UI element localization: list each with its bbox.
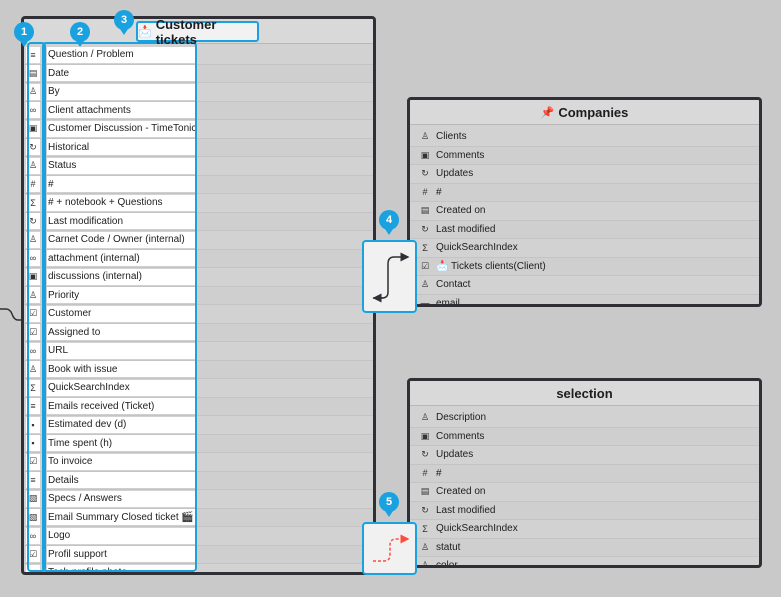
field-label: 📩 Tickets clients(Client) <box>436 260 546 272</box>
field-label: Description <box>436 412 487 424</box>
field-type-icon: ☑ <box>420 260 430 271</box>
field-type-icon: ▣ <box>420 430 430 441</box>
pushpin-emoji-icon: 📌 <box>540 106 555 119</box>
field-label: Last modified <box>436 504 496 516</box>
field-type-icon: ↻ <box>421 223 429 234</box>
field-label: Created on <box>436 486 486 498</box>
field-label: statut <box>436 541 461 553</box>
field-label: Updates <box>436 449 474 461</box>
field-type-icon: ♙ <box>420 412 430 423</box>
selection-link-panel <box>362 522 417 575</box>
field-type-icon: # <box>422 468 428 479</box>
field-type-icon: Σ <box>422 242 428 253</box>
field-type-icon: ♙ <box>420 541 430 552</box>
field-type-icon: ↻ <box>421 168 429 179</box>
field-label: QuickSearchIndex <box>436 242 518 254</box>
field-type-icon: ♙ <box>420 560 430 568</box>
field-row-clients[interactable]: ♙ Clients <box>410 128 759 147</box>
callout-badge-3: 3 <box>114 10 134 35</box>
field-type-icon: ♙ <box>420 131 430 142</box>
callout-badge-2: 2 <box>70 22 90 47</box>
field-label: Created on <box>436 205 486 217</box>
field-row-[interactable]: # # <box>410 464 759 483</box>
companies-title: Companies <box>558 104 629 120</box>
incoming-relation-line <box>0 308 22 321</box>
field-label: email <box>436 297 460 307</box>
field-row-updates[interactable]: ↻ Updates <box>410 446 759 465</box>
field-type-icon: ↻ <box>421 504 429 515</box>
field-label: Comments <box>436 149 485 161</box>
field-label: Last modified <box>436 223 496 235</box>
companies-table[interactable]: 📌 Companies ♙ Clients ▣ Comments ↻ Updates # # ▤… <box>407 97 762 307</box>
callout-badge-5: 5 <box>379 492 399 517</box>
selection-title: selection <box>556 385 613 401</box>
field-label: Clients <box>436 131 467 143</box>
field-label: color <box>436 560 458 568</box>
companies-link-panel <box>362 240 417 313</box>
field-label: # <box>436 467 442 479</box>
field-row-created-on[interactable]: ▤ Created on <box>410 483 759 502</box>
field-row-description[interactable]: ♙ Description <box>410 409 759 428</box>
field-type-icon: ▤ <box>420 486 430 497</box>
field-row-last-modified[interactable]: ↻ Last modified <box>410 501 759 520</box>
customer-tickets-title[interactable]: 📩 Customer tickets <box>136 17 259 47</box>
field-type-icon: ▣ <box>420 149 430 160</box>
field-label: Contact <box>436 279 471 291</box>
field-row-email[interactable]: ▬ email <box>410 294 759 307</box>
field-type-icon: ♙ <box>420 279 430 290</box>
field-row-updates[interactable]: ↻ Updates <box>410 165 759 184</box>
field-type-icon: ↻ <box>421 449 429 460</box>
callout-badge-1: 1 <box>14 22 34 47</box>
field-row-quicksearchindex[interactable]: Σ QuickSearchIndex <box>410 520 759 539</box>
callout-badge-4: 4 <box>379 210 399 235</box>
label-column-highlight <box>42 42 197 572</box>
field-row-color[interactable]: ♙ color <box>410 557 759 568</box>
field-label: Comments <box>436 430 485 442</box>
field-row-last-modified[interactable]: ↻ Last modified <box>410 220 759 239</box>
field-label: Updates <box>436 168 474 180</box>
selection-field-list: ♙ Description ▣ Comments ↻ Updates # # ▤ Created … <box>410 406 759 568</box>
field-label: QuickSearchIndex <box>436 523 518 535</box>
field-type-icon: # <box>422 187 428 198</box>
field-type-icon: Σ <box>422 523 428 534</box>
field-type-icon: ▤ <box>420 205 430 216</box>
field-row-created-on[interactable]: ▤ Created on <box>410 202 759 221</box>
field-row-comments[interactable]: ▣ Comments <box>410 146 759 165</box>
companies-field-list: ♙ Clients ▣ Comments ↻ Updates # # ▤ Created on ↻ L… <box>410 125 759 307</box>
companies-header: 📌 Companies <box>410 100 759 125</box>
inbox-emoji-icon: 📩 <box>138 26 152 38</box>
field-label: # <box>436 186 442 198</box>
field-row-statut[interactable]: ♙ statut <box>410 538 759 557</box>
selection-header: selection <box>410 381 759 406</box>
field-type-icon: ▬ <box>420 298 430 307</box>
field-row-contact[interactable]: ♙ Contact <box>410 276 759 295</box>
customer-tickets-title-text: Customer tickets <box>155 16 217 47</box>
field-row-comments[interactable]: ▣ Comments <box>410 427 759 446</box>
field-row-tickets-clients-client[interactable]: ☑ 📩 Tickets clients(Client) <box>410 257 759 276</box>
selection-table[interactable]: selection ♙ Description ▣ Comments ↻ Updates #… <box>407 378 762 568</box>
field-row-[interactable]: # # <box>410 183 759 202</box>
field-row-quicksearchindex[interactable]: Σ QuickSearchIndex <box>410 239 759 258</box>
